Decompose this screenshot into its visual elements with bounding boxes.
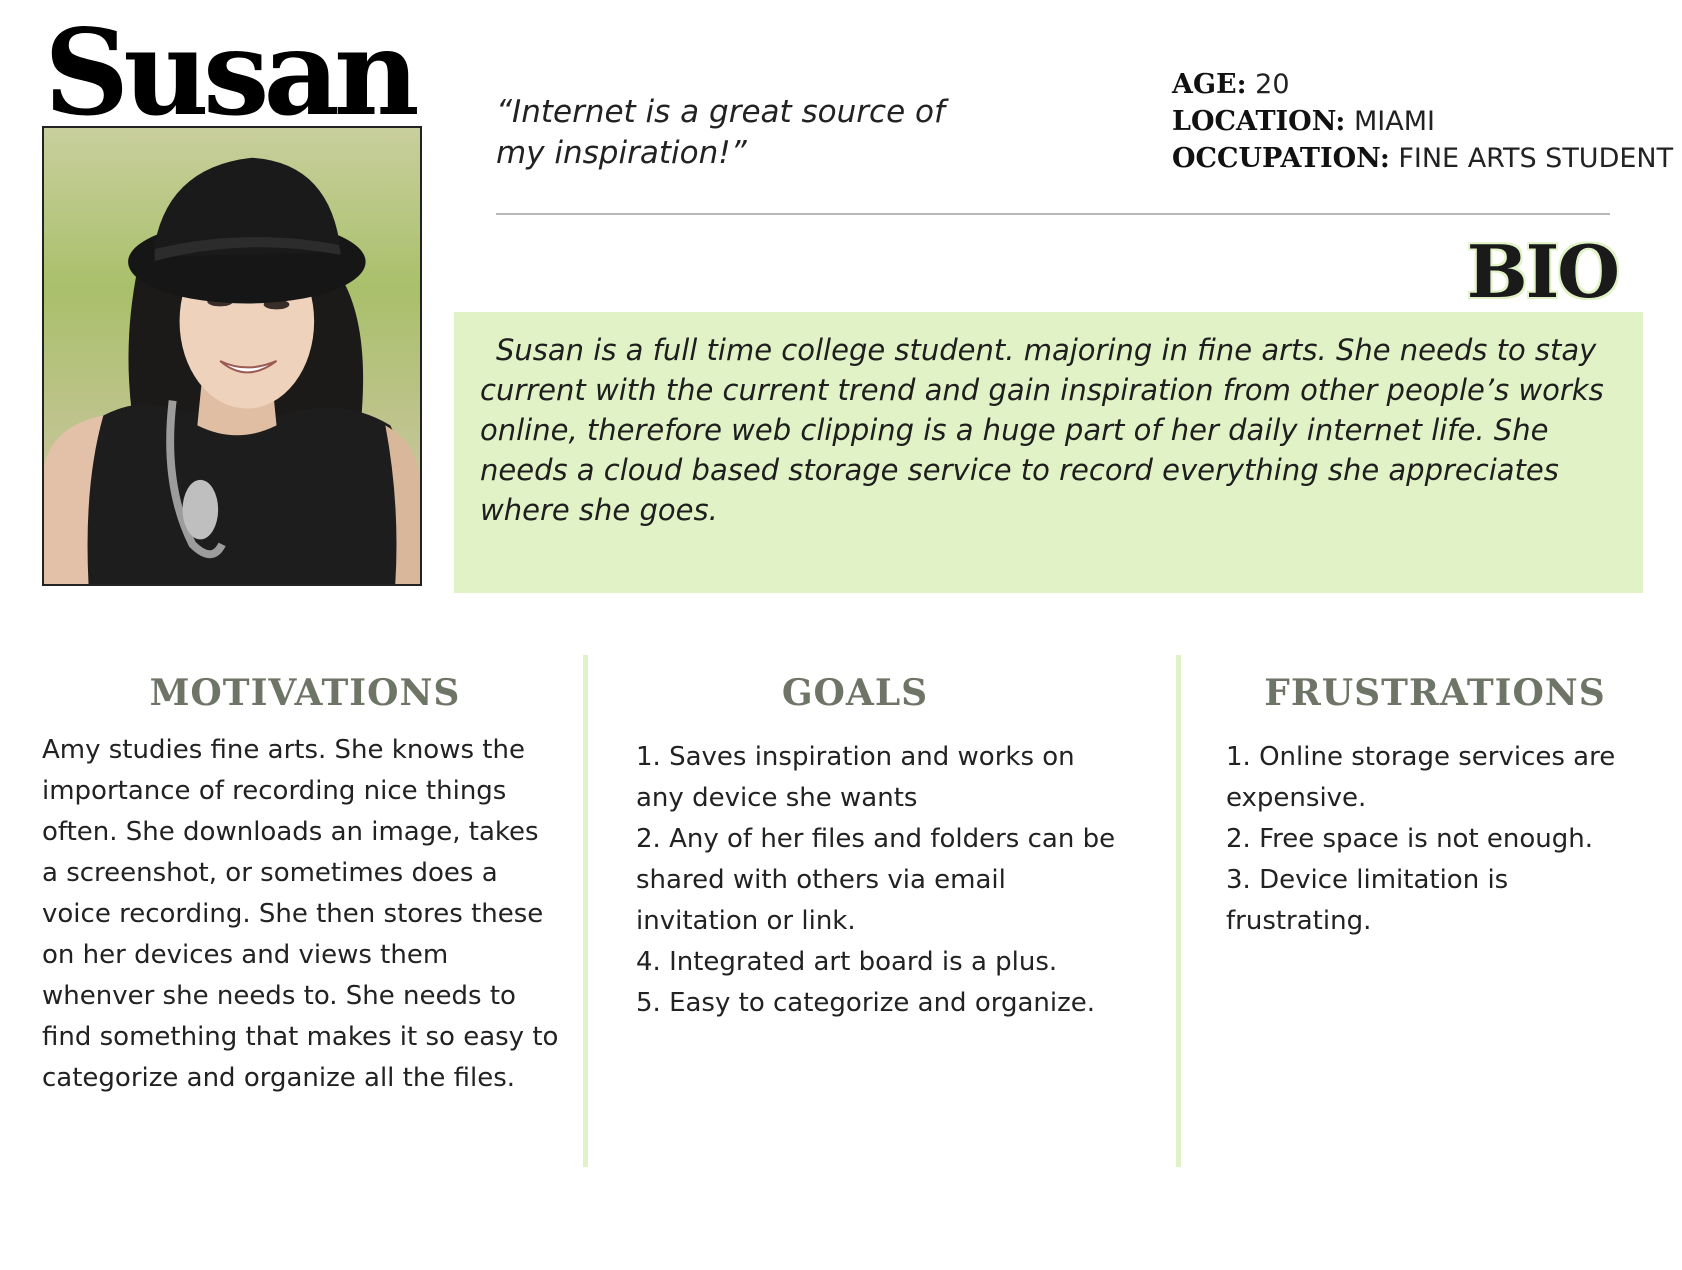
persona-name: Susan (44, 3, 420, 142)
bio-heading: BIO (1466, 229, 1620, 314)
motivations-heading: MOTIVATIONS (149, 672, 461, 714)
portrait-image (44, 128, 420, 584)
column-divider (583, 655, 588, 1167)
frustrations-heading: FRUSTRATIONS (1264, 672, 1606, 714)
frustration-item: 1. Online storage services are expensive… (1226, 742, 1616, 813)
goal-item: 2. Any of her files and folders can be s… (636, 824, 1116, 936)
stat-label: OCCUPATION: (1172, 143, 1390, 174)
occupation-stat: OCCUPATION: FINE ARTS STUDENT (1172, 140, 1673, 177)
stat-label: AGE: (1172, 69, 1247, 100)
header-divider (496, 213, 1610, 215)
stat-value: MIAMI (1345, 106, 1435, 137)
frustrations-list: 1. Online storage services are expensive… (1226, 737, 1646, 942)
motivations-text: Amy studies fine arts. She knows the imp… (42, 735, 559, 1093)
frustration-item: 2. Free space is not enough. (1226, 824, 1594, 854)
goals-list: 1. Saves inspiration and works on any de… (636, 737, 1126, 1024)
bio-text: Susan is a full time college student. ma… (480, 333, 1604, 527)
location-stat: LOCATION: MIAMI (1172, 103, 1673, 140)
frustration-item: 3. Device limitation is frustrating. (1226, 865, 1509, 936)
goals-heading: GOALS (781, 672, 929, 714)
column-divider (1176, 655, 1181, 1167)
persona-photo (42, 126, 422, 586)
persona-stats: AGE: 20 LOCATION: MIAMI OCCUPATION: FINE… (1172, 66, 1673, 177)
age-stat: AGE: 20 (1172, 66, 1673, 103)
goal-item: 5. Easy to categorize and organize. (636, 988, 1096, 1018)
stat-label: LOCATION: (1172, 106, 1346, 137)
persona-quote: “Internet is a great source of my inspir… (496, 94, 945, 171)
goal-item: 4. Integrated art board is a plus. (636, 947, 1058, 977)
goal-item: 1. Saves inspiration and works on any de… (636, 742, 1075, 813)
stat-value: 20 (1246, 69, 1290, 100)
stat-value: FINE ARTS STUDENT (1389, 143, 1674, 174)
